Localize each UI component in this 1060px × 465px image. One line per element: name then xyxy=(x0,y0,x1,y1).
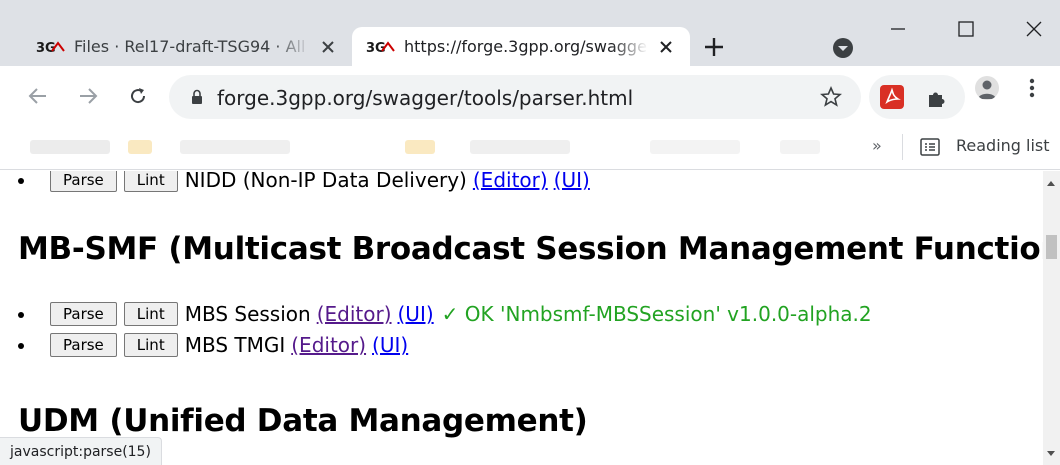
extensions-puzzle-icon[interactable] xyxy=(925,86,949,110)
tab-search-icon[interactable] xyxy=(833,38,853,58)
api-name: NIDD (Non-IP Data Delivery) xyxy=(184,171,467,192)
minimize-icon[interactable] xyxy=(878,14,918,44)
profile-avatar-icon[interactable] xyxy=(975,76,999,100)
page-viewport: Parse Lint NIDD (Non-IP Data Delivery) (… xyxy=(0,171,1043,465)
pdf-extension-icon[interactable] xyxy=(880,85,904,109)
new-tab-plus-icon[interactable] xyxy=(703,36,725,58)
parse-button[interactable]: Parse xyxy=(50,333,117,357)
toolbar: forge.3gpp.org/swagger/tools/parser.html xyxy=(0,66,1060,126)
api-name: MBS TMGI xyxy=(184,333,286,357)
url-text: forge.3gpp.org/swagger/tools/parser.html xyxy=(217,86,634,110)
editor-link[interactable]: (Editor) xyxy=(317,302,392,326)
tab-strip: 3G Files · Rel17-draft-TSG94 · All Chang… xyxy=(0,0,1060,66)
reading-list-button[interactable]: Reading list xyxy=(956,136,1050,155)
back-arrow-icon[interactable] xyxy=(26,84,50,108)
lint-button[interactable]: Lint xyxy=(123,302,178,326)
list-bullet xyxy=(18,178,24,184)
3gpp-favicon-icon: 3G xyxy=(366,39,396,55)
parse-button[interactable]: Parse xyxy=(50,302,117,326)
window-close-icon[interactable] xyxy=(1014,14,1054,44)
ui-link[interactable]: (UI) xyxy=(372,333,408,357)
scrollbar-thumb[interactable] xyxy=(1046,235,1057,259)
section-heading: UDM (Unified Data Management) xyxy=(18,403,588,439)
bookmark-item[interactable] xyxy=(470,140,570,154)
bookmark-item[interactable] xyxy=(30,140,110,154)
bookmark-item[interactable] xyxy=(128,140,152,154)
svg-text:3G: 3G xyxy=(36,41,56,55)
svg-text:3G: 3G xyxy=(366,41,386,55)
menu-kebab-icon[interactable] xyxy=(1027,76,1037,100)
api-name: MBS Session xyxy=(184,302,311,326)
list-bullet xyxy=(18,312,24,318)
editor-link[interactable]: (Editor) xyxy=(291,333,366,357)
maximize-icon[interactable] xyxy=(946,14,986,44)
extensions-group xyxy=(869,75,965,119)
tab-title: https://forge.3gpp.org/swagger/tools/par… xyxy=(404,37,648,56)
bookmark-item[interactable] xyxy=(650,140,740,154)
bookmarks-divider xyxy=(902,134,903,160)
ui-link[interactable]: (UI) xyxy=(554,171,590,192)
bookmarks-overflow-chevron[interactable]: » xyxy=(872,136,882,155)
tab-files[interactable]: 3G Files · Rel17-draft-TSG94 · All Chang… xyxy=(22,27,352,66)
list-item: Parse Lint MBS TMGI (Editor) (UI) xyxy=(0,332,408,358)
status-bubble: javascript:parse(15) xyxy=(0,437,162,465)
reload-icon[interactable] xyxy=(126,84,150,108)
lock-icon xyxy=(191,89,203,104)
list-item: Parse Lint NIDD (Non-IP Data Delivery) (… xyxy=(0,171,590,193)
parse-button[interactable]: Parse xyxy=(50,171,117,192)
tab-parser[interactable]: 3G https://forge.3gpp.org/swagger/tools/… xyxy=(352,27,690,66)
forward-arrow-icon[interactable] xyxy=(76,84,100,108)
editor-link[interactable]: (Editor) xyxy=(473,171,548,192)
scroll-down-arrow-icon[interactable] xyxy=(1047,451,1055,456)
3gpp-favicon-icon: 3G xyxy=(36,39,66,55)
close-tab-icon[interactable] xyxy=(318,37,338,57)
scroll-up-arrow-icon[interactable] xyxy=(1047,181,1055,186)
ui-link[interactable]: (UI) xyxy=(398,302,434,326)
lint-button[interactable]: Lint xyxy=(123,171,178,192)
bookmark-item[interactable] xyxy=(780,140,820,154)
section-heading: MB-SMF (Multicast Broadcast Session Mana… xyxy=(18,231,1043,267)
bookmark-item[interactable] xyxy=(180,140,290,154)
bookmark-star-icon[interactable] xyxy=(819,85,843,109)
bookmarks-bar: » Reading list xyxy=(0,126,1060,170)
list-item: Parse Lint MBS Session (Editor) (UI) ✓ O… xyxy=(0,301,872,327)
tab-title: Files · Rel17-draft-TSG94 · All Changes xyxy=(74,37,310,56)
reading-list-icon[interactable] xyxy=(920,138,940,156)
page-scrollbar[interactable] xyxy=(1043,171,1060,465)
parse-result-ok: ✓ OK 'Nmbsmf-MBSSession' v1.0.0-alpha.2 xyxy=(441,302,872,326)
address-bar[interactable]: forge.3gpp.org/swagger/tools/parser.html xyxy=(169,75,861,119)
list-bullet xyxy=(18,343,24,349)
lint-button[interactable]: Lint xyxy=(123,333,178,357)
close-tab-icon[interactable] xyxy=(656,37,676,57)
bookmark-item[interactable] xyxy=(405,140,435,154)
